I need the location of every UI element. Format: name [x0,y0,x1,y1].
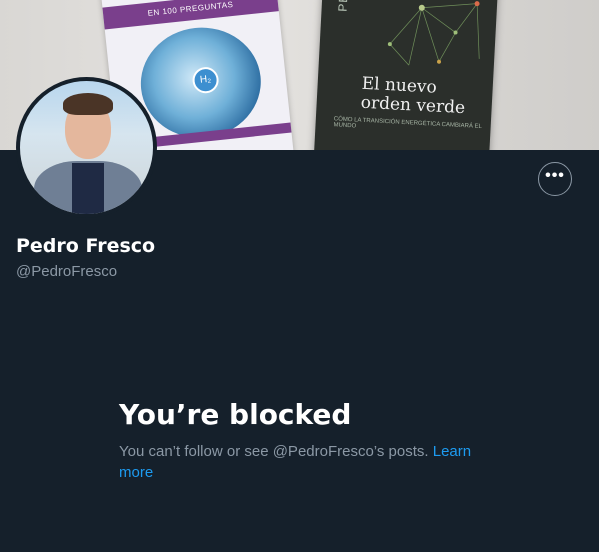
blocked-message: You can’t follow or see @PedroFresco’s p… [119,441,479,483]
avatar-shirt [72,163,104,214]
book-left-cover-image: H₂ [135,21,267,144]
more-options-button[interactable]: ••• [538,162,572,196]
book-right-subtitle: CÓMO LA TRANSICIÓN ENERGÉTICA CAMBIARÁ E… [333,116,482,131]
book-right-title: El nuevo orden verde [360,74,466,119]
banner-book-right: PEDRO FRESCO El nuevo orden verde CÓMO L… [313,0,498,150]
blocked-notice: You’re blocked You can’t follow or see @… [119,398,479,483]
book-left-band: EN 100 PREGUNTAS [102,0,279,30]
more-icon: ••• [545,167,565,184]
book-right-author: PEDRO FRESCO [336,0,356,12]
book-right-title-line2: orden verde [360,92,466,119]
blocked-heading: You’re blocked [119,398,352,431]
network-illustration [387,1,480,66]
avatar-hair [63,93,113,115]
profile-handle: @PedroFresco [16,263,118,280]
profile-display-name: Pedro Fresco [16,235,156,257]
hydrogen-icon: H₂ [191,65,220,95]
avatar[interactable] [16,77,157,218]
blocked-message-text: You can’t follow or see @PedroFresco’s p… [119,443,429,460]
